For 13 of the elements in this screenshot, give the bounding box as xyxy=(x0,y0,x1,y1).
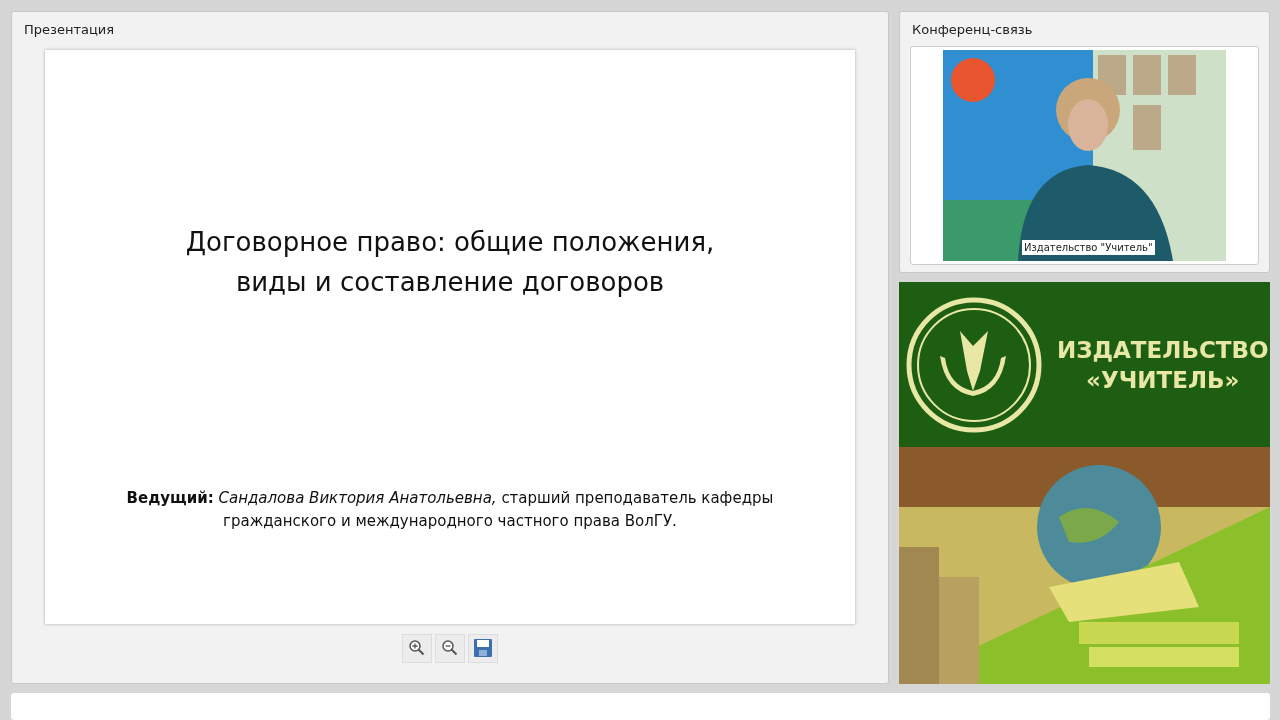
zoom-in-icon xyxy=(408,639,426,657)
save-icon xyxy=(473,638,493,658)
slide-title: Договорное право: общие положения, виды и составление договоров xyxy=(185,225,715,299)
panel-title: Презентация xyxy=(23,21,116,39)
logo-icon xyxy=(905,295,1043,434)
zoom-out-button[interactable] xyxy=(435,633,465,663)
presenter-text: Ведущий: Сандалова Виктория Анатольевна, старший преподаватель кафедры гражданского и международного частного права ВолГУ. xyxy=(125,487,775,532)
logo-text: ИЗДАТЕЛЬСТВО xyxy=(1057,335,1269,365)
zoom-in-button[interactable] xyxy=(402,633,432,663)
zoom-out-icon xyxy=(441,639,459,657)
panel-title: Конференц-связь xyxy=(911,21,1034,39)
logo-text: «УЧИТЕЛЬ» xyxy=(1085,365,1241,395)
save-button[interactable] xyxy=(468,633,498,663)
